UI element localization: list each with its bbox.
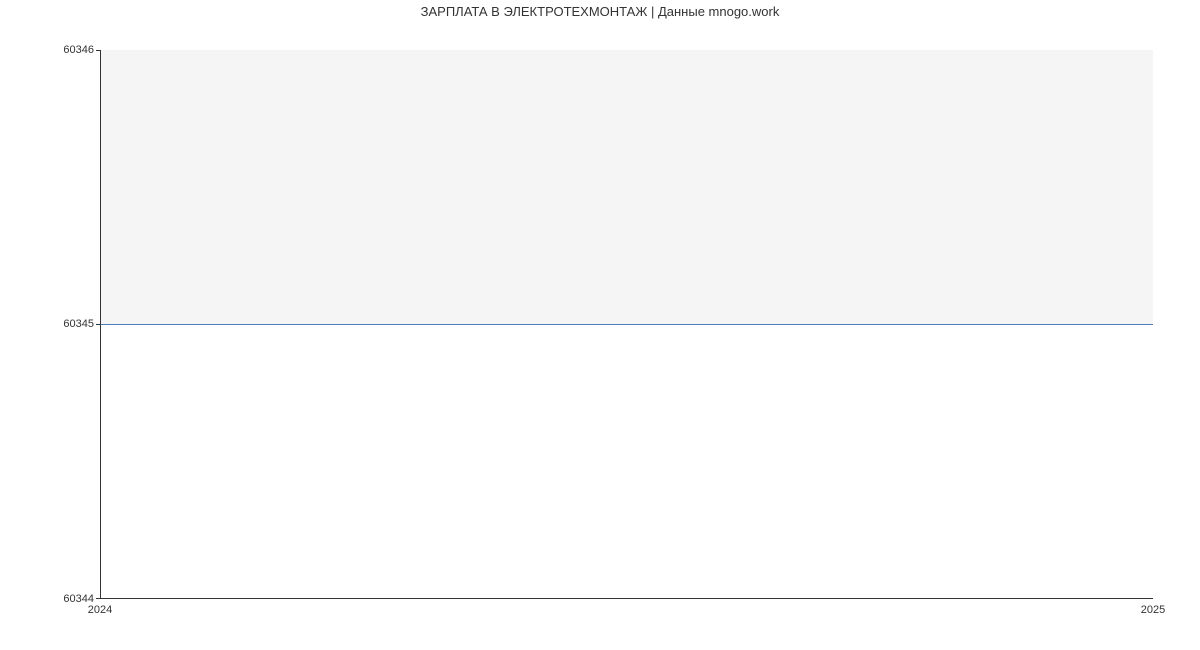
y-tick-label: 60345 [63,318,94,330]
x-tick-label: 2025 [1141,604,1165,616]
y-tick-label: 60346 [63,44,94,56]
plot-area [100,50,1153,599]
x-tick-label: 2024 [88,604,112,616]
chart-container: ЗАРПЛАТА В ЭЛЕКТРОТЕХМОНТАЖ | Данные mno… [0,0,1200,620]
chart-title: ЗАРПЛАТА В ЭЛЕКТРОТЕХМОНТАЖ | Данные mno… [0,4,1200,19]
series-line [101,324,1153,325]
plot-band [101,50,1153,324]
